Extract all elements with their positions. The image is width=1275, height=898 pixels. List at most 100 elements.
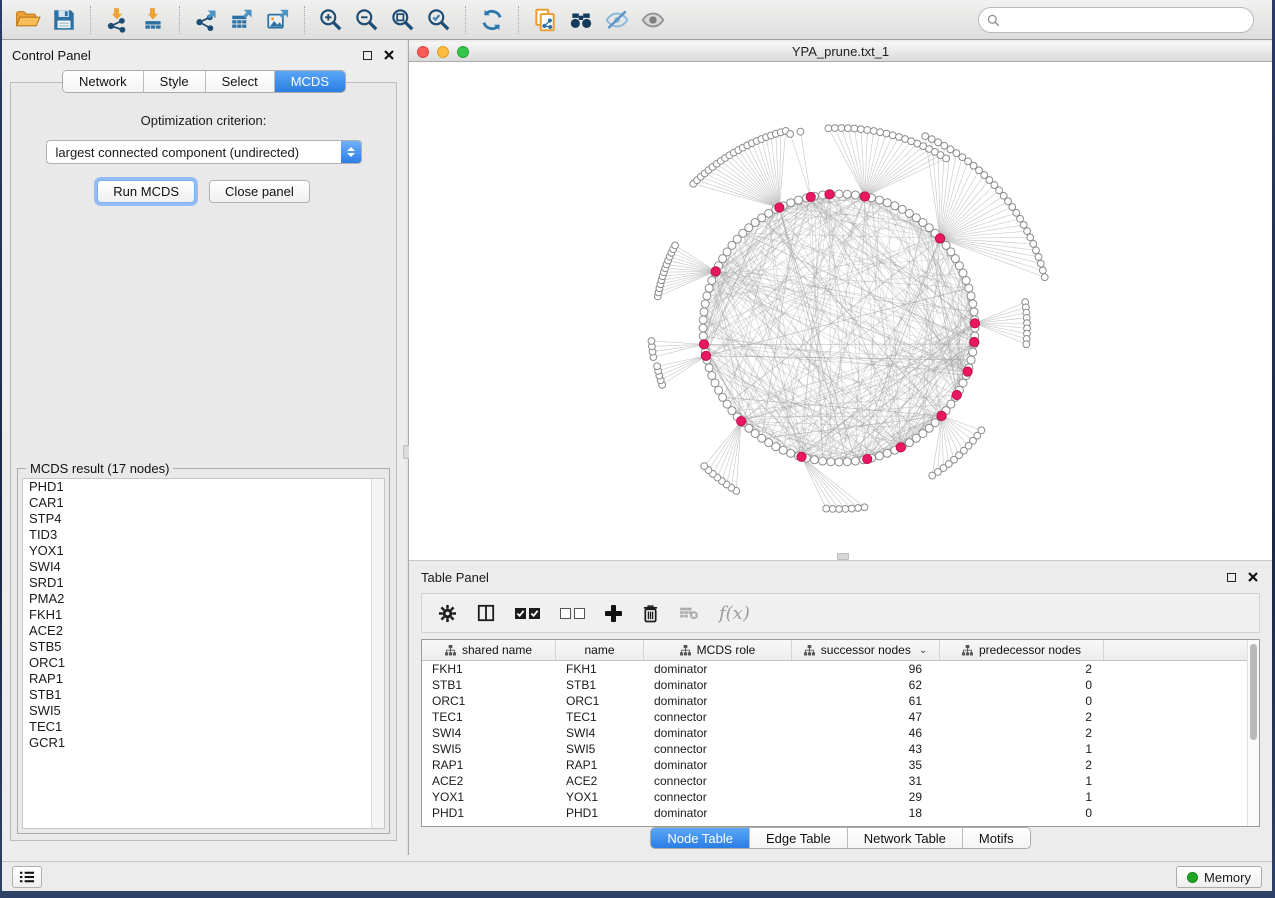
task-history-button[interactable] [12, 866, 42, 888]
horizontal-splitter-grip[interactable] [837, 553, 849, 560]
select-all-columns-icon[interactable] [515, 608, 540, 619]
mcds-result-item[interactable]: SWI4 [23, 559, 384, 575]
table-row[interactable]: TEC1TEC1connector472 [422, 709, 1259, 725]
deselect-all-columns-icon[interactable] [560, 608, 585, 619]
table-row[interactable]: FKH1FKH1dominator962 [422, 661, 1259, 677]
mcds-list-scrollbar[interactable] [371, 479, 384, 828]
table-row[interactable]: RAP1RAP1dominator352 [422, 757, 1259, 773]
network-graph[interactable] [409, 62, 1271, 560]
mcds-result-list[interactable]: PHD1CAR1STP4TID3YOX1SWI4SRD1PMA2FKH1ACE2… [22, 478, 385, 829]
mcds-result-item[interactable]: ORC1 [23, 655, 384, 671]
tab-mcds[interactable]: MCDS [275, 71, 345, 92]
network-canvas[interactable] [409, 62, 1272, 560]
table-tabs: Node Table Edge Table Network Table Moti… [409, 827, 1272, 849]
mcds-result-item[interactable]: TEC1 [23, 719, 384, 735]
column-header-predecessor-nodes[interactable]: predecessor nodes [940, 640, 1104, 660]
mcds-result-item[interactable]: STB5 [23, 639, 384, 655]
application-window: Control Panel Network Style Select MCDS … [2, 0, 1272, 891]
import-table-icon[interactable] [135, 4, 171, 36]
search-input[interactable] [1006, 10, 1253, 30]
mcds-result-item[interactable]: ACE2 [23, 623, 384, 639]
tab-style[interactable]: Style [144, 71, 206, 92]
table-row[interactable]: YOX1YOX1connector291 [422, 789, 1259, 805]
toolbar-separator [304, 6, 305, 34]
mcds-result-item[interactable]: STB1 [23, 687, 384, 703]
mcds-tab-content: Optimization criterion: largest connecte… [10, 82, 397, 841]
table-row[interactable]: ACE2ACE2connector311 [422, 773, 1259, 789]
import-network-icon[interactable] [99, 4, 135, 36]
node-table-header: shared name name MCDS role successor nod… [422, 640, 1259, 661]
table-row[interactable]: SWI5SWI5connector431 [422, 741, 1259, 757]
tab-network-table[interactable]: Network Table [848, 828, 963, 848]
refresh-view-icon[interactable] [474, 4, 510, 36]
zoom-fit-icon[interactable] [385, 4, 421, 36]
control-panel: Control Panel Network Style Select MCDS … [2, 40, 406, 855]
search-binoculars-icon[interactable] [563, 4, 599, 36]
table-row[interactable]: STB1STB1dominator620 [422, 677, 1259, 693]
memory-button[interactable]: Memory [1176, 866, 1262, 888]
tab-node-table[interactable]: Node Table [651, 828, 750, 848]
attribute-icon [962, 645, 973, 656]
zoom-selected-icon[interactable] [421, 4, 457, 36]
table-row[interactable]: PHD1PHD1dominator180 [422, 805, 1259, 821]
close-panel-icon[interactable] [1248, 572, 1258, 582]
export-table-icon[interactable] [224, 4, 260, 36]
network-view-window: YPA_prune.txt_1 [409, 42, 1272, 560]
table-settings-gear-icon[interactable] [438, 604, 457, 623]
zoom-out-icon[interactable] [349, 4, 385, 36]
mcds-result-item[interactable]: CAR1 [23, 495, 384, 511]
scrollbar-thumb[interactable] [1250, 644, 1257, 740]
mcds-result-item[interactable]: PHD1 [23, 479, 384, 495]
table-row[interactable]: ORC1ORC1dominator610 [422, 693, 1259, 709]
delete-table-icon-disabled [679, 605, 699, 621]
column-header-mcds-role[interactable]: MCDS role [644, 640, 792, 660]
delete-columns-trash-icon[interactable] [642, 604, 659, 623]
mcds-result-item[interactable]: GCR1 [23, 735, 384, 751]
hide-selected-icon[interactable] [599, 4, 635, 36]
column-header-successor-nodes[interactable]: successor nodes ⌄ [792, 640, 940, 660]
mcds-result-item[interactable]: PMA2 [23, 591, 384, 607]
mcds-result-item[interactable]: YOX1 [23, 543, 384, 559]
close-panel-icon[interactable] [384, 50, 394, 60]
attribute-icon [445, 645, 456, 656]
zoom-in-icon[interactable] [313, 4, 349, 36]
tab-motifs[interactable]: Motifs [963, 828, 1030, 848]
toolbar-separator [518, 6, 519, 34]
copy-network-icon[interactable] [527, 4, 563, 36]
mcds-result-item[interactable]: SRD1 [23, 575, 384, 591]
float-panel-icon[interactable] [1227, 573, 1236, 582]
column-header-shared-name[interactable]: shared name [422, 640, 556, 660]
mcds-result-item[interactable]: STP4 [23, 511, 384, 527]
control-panel-title: Control Panel [12, 48, 363, 63]
tab-network[interactable]: Network [63, 71, 144, 92]
open-session-icon[interactable] [10, 4, 46, 36]
status-bar: Memory [2, 861, 1272, 891]
export-network-icon[interactable] [188, 4, 224, 36]
table-scrollbar[interactable] [1247, 640, 1259, 826]
tab-select[interactable]: Select [206, 71, 275, 92]
network-titlebar[interactable]: YPA_prune.txt_1 [409, 42, 1272, 62]
show-columns-icon[interactable] [477, 604, 495, 622]
toolbar-separator [90, 6, 91, 34]
dropdown-stepper-icon [341, 141, 361, 163]
column-header-name[interactable]: name [556, 640, 644, 660]
float-panel-icon[interactable] [363, 51, 372, 60]
save-session-icon[interactable] [46, 4, 82, 36]
memory-status-icon [1187, 872, 1198, 883]
node-table-body: FKH1FKH1dominator962STB1STB1dominator620… [422, 661, 1259, 821]
table-row[interactable]: SWI4SWI4dominator462 [422, 725, 1259, 741]
tab-edge-table[interactable]: Edge Table [750, 828, 848, 848]
criterion-dropdown[interactable]: largest connected component (undirected) [46, 140, 362, 164]
mcds-result-item[interactable]: FKH1 [23, 607, 384, 623]
run-mcds-button[interactable]: Run MCDS [97, 180, 195, 203]
create-column-icon[interactable] [605, 605, 622, 622]
search-box[interactable] [978, 7, 1254, 33]
show-all-icon[interactable] [635, 4, 671, 36]
close-panel-button[interactable]: Close panel [209, 180, 310, 203]
attribute-icon [804, 645, 815, 656]
mcds-result-item[interactable]: SWI5 [23, 703, 384, 719]
mcds-result-item[interactable]: TID3 [23, 527, 384, 543]
export-image-icon[interactable] [260, 4, 296, 36]
mcds-result-group: MCDS result (17 nodes) PHD1CAR1STP4TID3Y… [17, 461, 390, 834]
mcds-result-item[interactable]: RAP1 [23, 671, 384, 687]
